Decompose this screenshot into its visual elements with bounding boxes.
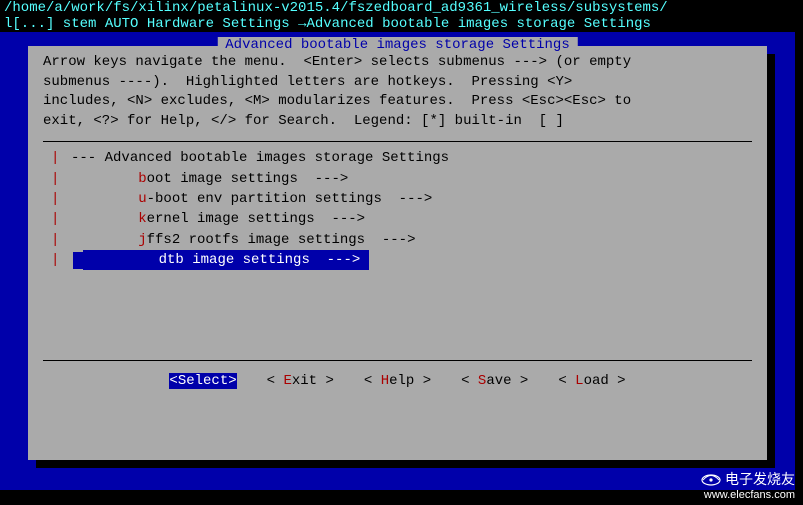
hotkey: u <box>138 191 146 207</box>
help-button[interactable]: < Help > <box>364 373 431 389</box>
border-bar: | <box>51 230 71 250</box>
hotkey: E <box>283 373 291 389</box>
path-line: /home/a/work/fs/xilinx/petalinux-v2015.4… <box>0 0 795 16</box>
menu-item-boot[interactable]: | boot image settings ---> <box>43 169 752 189</box>
border-bar: | <box>51 209 71 229</box>
border-bar: | <box>51 189 71 209</box>
menu-item-uboot[interactable]: | u-boot env partition settings ---> <box>43 189 752 209</box>
save-button[interactable]: < Save > <box>461 373 528 389</box>
dialog-title: Advanced bootable images storage Setting… <box>217 37 577 53</box>
select-button[interactable]: <Select> <box>169 373 236 389</box>
breadcrumb-current: Advanced bootable images storage Setting… <box>306 16 650 32</box>
hotkey: b <box>138 171 146 187</box>
exit-button[interactable]: < Exit > <box>267 373 334 389</box>
hotkey: j <box>138 232 146 248</box>
border-bar: | <box>51 250 71 270</box>
watermark-url: www.elecfans.com <box>704 489 795 501</box>
menu-header: | --- Advanced bootable images storage S… <box>43 148 752 168</box>
terminal-window: /home/a/work/fs/xilinx/petalinux-v2015.4… <box>0 0 795 490</box>
menu-item-dtb[interactable]: | dtb image settings ---> <box>43 250 752 270</box>
border-bar: | <box>51 148 71 168</box>
breadcrumb-prefix: l[...] stem AUTO Hardware Settings <box>4 16 298 32</box>
logo-icon <box>701 473 721 487</box>
menu-item-jffs2[interactable]: | jffs2 rootfs image settings ---> <box>43 230 752 250</box>
hotkey: d <box>159 252 167 268</box>
load-button[interactable]: < Load > <box>558 373 625 389</box>
breadcrumb: l[...] stem AUTO Hardware Settings →Adva… <box>0 16 795 32</box>
watermark-cn: 电子发烧友 <box>725 471 795 487</box>
watermark: 电子发烧友 www.elecfans.com <box>701 469 795 501</box>
border-bar: | <box>51 169 71 189</box>
hotkey: L <box>575 373 583 389</box>
hotkey: k <box>138 211 146 227</box>
cursor-icon <box>73 252 83 269</box>
hotkey: H <box>381 373 389 389</box>
dialog-box: Advanced bootable images storage Setting… <box>28 46 767 460</box>
menu-item-kernel[interactable]: | kernel image settings ---> <box>43 209 752 229</box>
button-row: <Select> < Exit > < Help > < Save > < Lo… <box>29 361 766 397</box>
help-text: Arrow keys navigate the menu. <Enter> se… <box>29 47 766 141</box>
menu-box: | --- Advanced bootable images storage S… <box>43 141 752 361</box>
